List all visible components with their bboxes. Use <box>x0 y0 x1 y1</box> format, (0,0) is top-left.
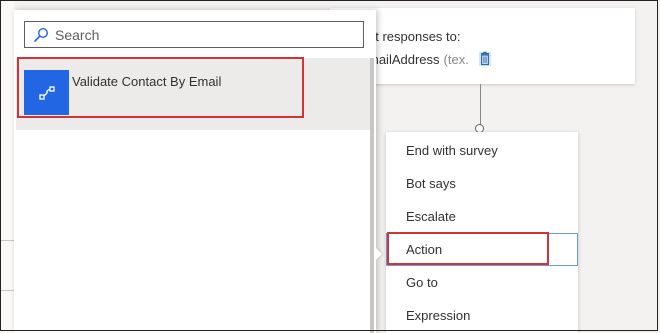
screenshot-border <box>0 0 658 331</box>
